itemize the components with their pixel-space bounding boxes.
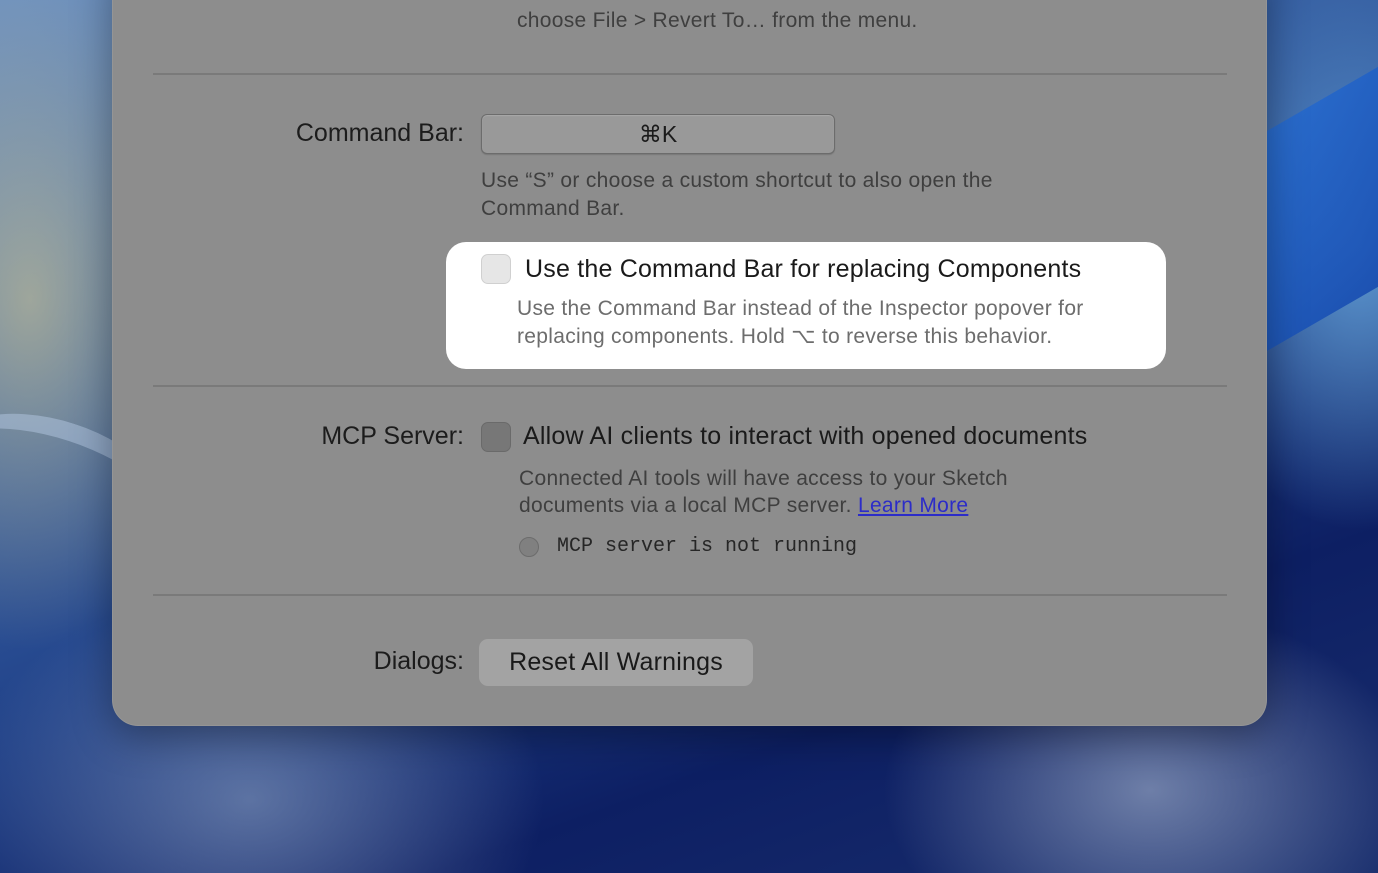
mcp-status-text: MCP server is not running	[557, 535, 858, 558]
dialogs-label: Dialogs:	[373, 647, 464, 675]
allow-ai-clients-label[interactable]: Allow AI clients to interact with opened…	[523, 422, 1087, 451]
mcp-help-line-text: documents via a local MCP server.	[519, 494, 852, 517]
mcp-status-indicator-icon	[519, 537, 539, 557]
replace-components-checkbox[interactable]	[481, 254, 511, 284]
section-divider	[153, 385, 1227, 387]
replace-help-line: Use the Command Bar instead of the Inspe…	[517, 297, 1084, 320]
mcp-help-line: Connected AI tools will have access to y…	[519, 467, 1008, 490]
command-bar-label: Command Bar:	[295, 119, 464, 147]
learn-more-link[interactable]: Learn More	[858, 494, 968, 517]
revert-help-text: choose File > Revert To… from the menu.	[517, 9, 918, 32]
replace-components-help-text: Use the Command Bar instead of the Inspe…	[517, 295, 1084, 351]
section-divider	[153, 594, 1227, 596]
replace-components-label[interactable]: Use the Command Bar for replacing Compon…	[525, 255, 1081, 284]
mcp-help-text: Connected AI tools will have access to y…	[519, 465, 1008, 519]
command-bar-help-text: Use “S” or choose a custom shortcut to a…	[481, 167, 993, 223]
replace-components-highlight: Use the Command Bar for replacing Compon…	[446, 242, 1166, 369]
mcp-server-label: MCP Server:	[321, 422, 464, 450]
command-bar-shortcut-field[interactable]: ⌘K	[481, 114, 835, 154]
section-divider	[153, 73, 1227, 75]
replace-help-line: replacing components. Hold ⌥ to reverse …	[517, 325, 1053, 348]
command-bar-help-line: Command Bar.	[481, 197, 625, 220]
reset-all-warnings-button[interactable]: Reset All Warnings	[479, 639, 753, 686]
allow-ai-clients-checkbox[interactable]	[481, 422, 511, 452]
mcp-help-line: documents via a local MCP server. Learn …	[519, 492, 1008, 519]
desktop-wallpaper: choose File > Revert To… from the menu. …	[0, 0, 1378, 873]
command-bar-help-line: Use “S” or choose a custom shortcut to a…	[481, 169, 993, 192]
settings-window: choose File > Revert To… from the menu. …	[112, 0, 1267, 726]
